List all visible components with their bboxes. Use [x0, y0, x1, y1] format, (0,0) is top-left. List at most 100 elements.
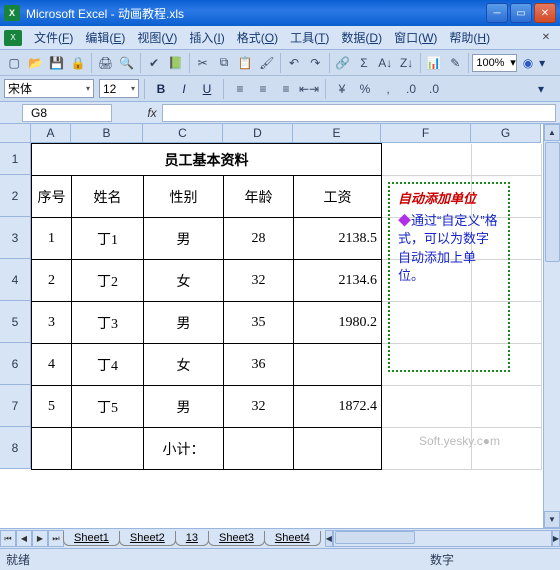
row-header-6[interactable]: 6: [0, 343, 31, 385]
font-name-combo[interactable]: 宋体▾: [4, 79, 94, 98]
align-left-icon[interactable]: ≡: [229, 78, 251, 100]
tip-title: 自动添加单位: [398, 190, 500, 208]
tab-next-icon[interactable]: ▶: [32, 530, 48, 547]
menu-v[interactable]: 视图(V): [131, 28, 183, 48]
bold-button[interactable]: B: [150, 78, 172, 100]
row-header-2[interactable]: 2: [0, 175, 31, 217]
merge-center-icon[interactable]: ⇤⇥: [298, 78, 320, 100]
underline-button[interactable]: U: [196, 78, 218, 100]
menu-t[interactable]: 工具(T): [284, 28, 335, 48]
col-header-B[interactable]: B: [71, 124, 143, 143]
scroll-down-icon[interactable]: ▼: [544, 511, 560, 528]
chart-icon[interactable]: 📊: [424, 52, 444, 74]
research-icon[interactable]: 📗: [165, 52, 185, 74]
hyperlink-icon[interactable]: 🔗: [332, 52, 352, 74]
column-headers: ABCDEFG: [31, 124, 541, 143]
menu-f[interactable]: 文件(F): [28, 28, 79, 48]
scroll-up-icon[interactable]: ▲: [544, 124, 560, 141]
decrease-decimal-icon[interactable]: .0: [423, 78, 445, 100]
row-header-3[interactable]: 3: [0, 217, 31, 259]
col-header-E[interactable]: E: [293, 124, 381, 143]
tip-body: ◆通过“自定义”格式，可以为数字自动添加上单位。: [398, 212, 500, 285]
status-bar: 就绪 数字: [0, 548, 560, 570]
row-header-7[interactable]: 7: [0, 385, 31, 427]
maximize-button[interactable]: ▭: [510, 3, 532, 23]
redo-icon[interactable]: ↷: [305, 52, 325, 74]
sort-asc-icon[interactable]: A↓: [375, 52, 395, 74]
sheet-tab-Sheet2[interactable]: Sheet2: [119, 531, 176, 546]
col-header-C[interactable]: C: [143, 124, 223, 143]
tab-prev-icon[interactable]: ◀: [16, 530, 32, 547]
col-header-F[interactable]: F: [381, 124, 471, 143]
menu-w[interactable]: 窗口(W): [388, 28, 443, 48]
permission-icon[interactable]: 🔒: [68, 52, 88, 74]
drawing-icon[interactable]: ✎: [445, 52, 465, 74]
sort-desc-icon[interactable]: Z↓: [396, 52, 416, 74]
scroll-left-icon[interactable]: ◀: [325, 530, 333, 547]
formula-input[interactable]: [162, 104, 556, 122]
title-bar: X Microsoft Excel - 动画教程.xls ─ ▭ ✕: [0, 0, 560, 26]
standard-toolbar: ▢ 📂 💾 🔒 🖨 🔍 ✔ 📗 ✂ ⧉ 📋 🖌 ↶ ↷ 🔗 Σ A↓ Z↓ 📊 …: [0, 50, 560, 76]
align-right-icon[interactable]: ≡: [275, 78, 297, 100]
new-icon[interactable]: ▢: [4, 52, 24, 74]
scroll-right-icon[interactable]: ▶: [552, 530, 560, 547]
menu-i[interactable]: 插入(I): [183, 28, 230, 48]
cut-icon[interactable]: ✂: [193, 52, 213, 74]
paste-icon[interactable]: 📋: [235, 52, 255, 74]
menu-h[interactable]: 帮助(H): [443, 28, 496, 48]
open-icon[interactable]: 📂: [25, 52, 45, 74]
menu-o[interactable]: 格式(O): [231, 28, 284, 48]
menu-e[interactable]: 编辑(E): [79, 28, 131, 48]
sheet-tabs-bar: ⏮ ◀ ▶ ⏭ Sheet1Sheet213Sheet3Sheet4 ◀ ▶: [0, 528, 560, 548]
format-painter-icon[interactable]: 🖌: [257, 52, 277, 74]
row-header-4[interactable]: 4: [0, 259, 31, 301]
select-all-corner[interactable]: [0, 124, 31, 143]
sheet-tab-13[interactable]: 13: [175, 531, 209, 546]
fx-icon[interactable]: fx: [142, 106, 162, 120]
font-size-combo[interactable]: 12▾: [99, 79, 139, 98]
save-icon[interactable]: 💾: [47, 52, 67, 74]
tab-last-icon[interactable]: ⏭: [48, 530, 64, 547]
workbook-icon[interactable]: X: [4, 30, 22, 46]
help-icon[interactable]: ◉: [518, 52, 538, 74]
watermark: Soft.yesky.c●m: [419, 434, 500, 448]
sheet-tab-Sheet3[interactable]: Sheet3: [208, 531, 265, 546]
toolbar-options-icon[interactable]: ▾: [539, 56, 552, 70]
menu-d[interactable]: 数据(D): [335, 28, 388, 48]
copy-icon[interactable]: ⧉: [214, 52, 234, 74]
align-center-icon[interactable]: ≡: [252, 78, 274, 100]
vertical-scrollbar[interactable]: ▲ ▼: [543, 124, 560, 528]
sheet-tab-Sheet1[interactable]: Sheet1: [63, 531, 120, 546]
name-box[interactable]: G8: [22, 104, 112, 122]
currency-icon[interactable]: ¥: [331, 78, 353, 100]
hscroll-thumb[interactable]: [335, 531, 415, 544]
row-header-1[interactable]: 1: [0, 143, 31, 175]
col-header-D[interactable]: D: [223, 124, 293, 143]
tab-first-icon[interactable]: ⏮: [0, 530, 16, 547]
workbook-close-button[interactable]: ✕: [538, 31, 554, 45]
italic-button[interactable]: I: [173, 78, 195, 100]
horizontal-scrollbar[interactable]: ◀ ▶: [325, 530, 560, 547]
window-title: Microsoft Excel - 动画教程.xls: [26, 5, 486, 22]
minimize-button[interactable]: ─: [486, 3, 508, 23]
close-button[interactable]: ✕: [534, 3, 556, 23]
excel-icon: X: [4, 5, 20, 21]
print-icon[interactable]: 🖨: [95, 52, 115, 74]
status-ready: 就绪: [6, 551, 30, 568]
spelling-icon[interactable]: ✔: [144, 52, 164, 74]
zoom-combo[interactable]: 100%▾: [472, 54, 516, 72]
autosum-icon[interactable]: Σ: [354, 52, 374, 74]
scroll-thumb[interactable]: [545, 142, 560, 262]
comma-icon[interactable]: ,: [377, 78, 399, 100]
row-header-8[interactable]: 8: [0, 427, 31, 469]
percent-icon[interactable]: %: [354, 78, 376, 100]
sheet-tab-Sheet4[interactable]: Sheet4: [264, 531, 321, 546]
print-preview-icon[interactable]: 🔍: [117, 52, 137, 74]
status-mode: 数字: [430, 551, 454, 568]
increase-decimal-icon[interactable]: .0: [400, 78, 422, 100]
undo-icon[interactable]: ↶: [284, 52, 304, 74]
col-header-A[interactable]: A: [31, 124, 71, 143]
col-header-G[interactable]: G: [471, 124, 541, 143]
format-toolbar-options-icon[interactable]: ▾: [538, 82, 552, 96]
row-header-5[interactable]: 5: [0, 301, 31, 343]
